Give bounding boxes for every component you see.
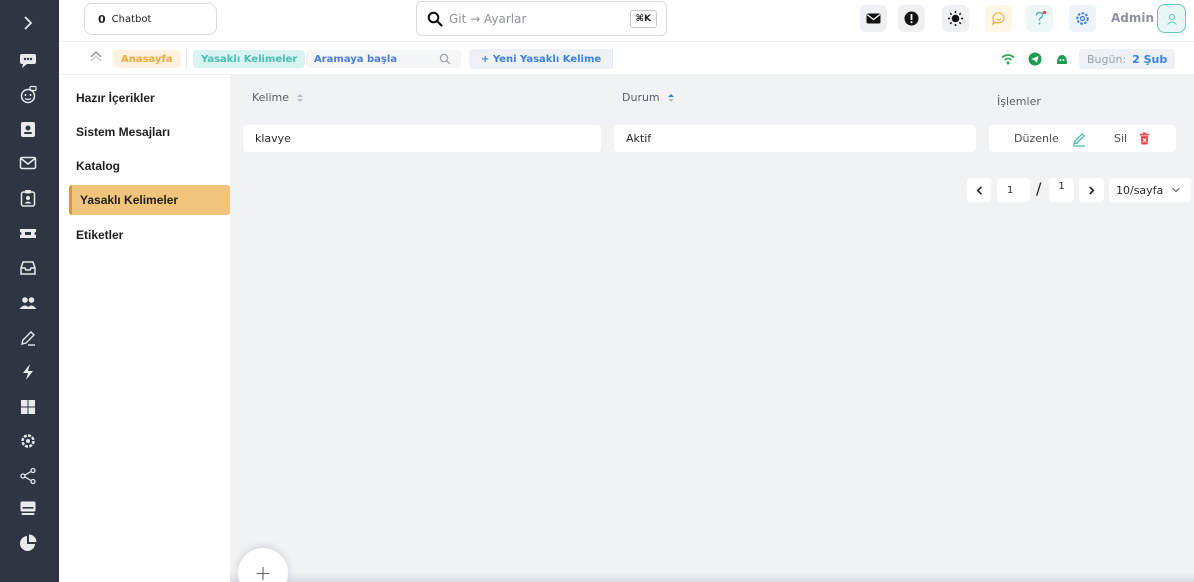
- breadcrumb-bar: Anasayfa Yasaklı Kelimeler Aramaya başla…: [59, 42, 1194, 75]
- sun-icon: [948, 11, 963, 26]
- telegram-icon: [1028, 52, 1042, 66]
- prev-page-button[interactable]: [967, 178, 991, 202]
- table-cell-actions: Düzenle Sil: [989, 125, 1176, 152]
- wifi-icon: [1001, 54, 1015, 65]
- total-pages: 1: [1049, 178, 1074, 202]
- top-bar: 0 Chatbot Git → Ayarlar ⌘K Admin: [59, 0, 1194, 42]
- bot-face-icon[interactable]: [17, 84, 39, 106]
- bolt-icon[interactable]: [17, 361, 39, 383]
- page-separator: /: [1036, 179, 1042, 198]
- sidenav-item-banned-words[interactable]: Yasaklı Kelimeler: [69, 185, 230, 215]
- avatar[interactable]: [1157, 4, 1186, 33]
- theme-toggle-button[interactable]: [942, 5, 969, 32]
- pencil-icon: [1072, 132, 1085, 147]
- grid-icon[interactable]: [17, 396, 39, 418]
- page-search-label: Aramaya başla: [314, 53, 398, 65]
- trash-icon: [1139, 132, 1150, 145]
- chat-bubbles-icon[interactable]: [17, 49, 39, 71]
- column-header-status-label: Durum: [622, 91, 660, 104]
- breadcrumb-home[interactable]: Anasayfa: [113, 50, 181, 68]
- delete-label: Sil: [1114, 132, 1128, 145]
- divider: [186, 49, 187, 69]
- settings-sidenav: Hazır İçerikler Sistem Mesajları Katalog…: [59, 75, 230, 582]
- sidenav-item-tags[interactable]: Etiketler: [76, 228, 123, 242]
- today-label: Bugün:: [1087, 52, 1127, 66]
- mail-icon[interactable]: [17, 152, 39, 174]
- column-header-word-label: Kelime: [252, 91, 290, 104]
- divider: [612, 49, 613, 69]
- chevron-down-icon: [1172, 188, 1180, 193]
- new-banned-word-button[interactable]: + Yeni Yasaklı Kelime: [469, 49, 614, 69]
- page-size-select[interactable]: 10/sayfa: [1109, 178, 1191, 202]
- share-nodes-icon[interactable]: [17, 465, 39, 487]
- pie-chart-icon[interactable]: [17, 532, 39, 554]
- chevron-left-icon: [976, 185, 982, 195]
- chevron-right-icon[interactable]: [17, 12, 39, 34]
- chevron-up-icon[interactable]: [89, 49, 103, 63]
- search-icon: [427, 11, 443, 27]
- alert-button[interactable]: [898, 5, 925, 32]
- column-header-actions-label: İşlemler: [997, 95, 1041, 108]
- alert-icon: [904, 11, 919, 26]
- clipboard-user-icon[interactable]: [17, 187, 39, 209]
- gear-icon: [1076, 12, 1089, 25]
- today-value: 2 Şub: [1132, 52, 1168, 66]
- column-header-word[interactable]: Kelime: [252, 91, 304, 104]
- edit-label: Düzenle: [1014, 132, 1059, 145]
- contact-card-icon[interactable]: [17, 118, 39, 140]
- search-shortcut: ⌘K: [629, 10, 657, 28]
- add-fab-button[interactable]: +: [238, 548, 288, 582]
- question-icon: [1035, 10, 1047, 25]
- page-search[interactable]: Aramaya başla: [306, 50, 461, 68]
- sidenav-item-catalog[interactable]: Katalog: [76, 159, 120, 173]
- search-icon: [439, 53, 451, 65]
- search-placeholder: Git → Ayarlar: [449, 11, 527, 26]
- status-face-icon: [1057, 55, 1067, 64]
- monitor-icon[interactable]: [17, 497, 39, 519]
- command-search[interactable]: Git → Ayarlar ⌘K: [416, 1, 667, 36]
- icon-rail: [0, 0, 59, 582]
- users-icon[interactable]: [17, 292, 39, 314]
- chatbot-counter[interactable]: 0 Chatbot: [84, 3, 217, 35]
- sort-icon: [297, 93, 304, 102]
- delete-button[interactable]: Sil: [1114, 132, 1151, 145]
- support-chat-button[interactable]: [985, 5, 1012, 32]
- admin-label[interactable]: Admin: [1111, 11, 1154, 25]
- chatbot-count: 0: [98, 12, 106, 26]
- chevron-right-icon: [1089, 185, 1095, 195]
- envelope-icon: [866, 13, 881, 24]
- help-button[interactable]: [1026, 5, 1053, 32]
- pen-icon[interactable]: [17, 327, 39, 349]
- settings-button[interactable]: [1069, 5, 1096, 32]
- sidenav-item-ready-content[interactable]: Hazır İçerikler: [76, 91, 155, 105]
- edit-button[interactable]: Düzenle: [1014, 131, 1087, 147]
- table-cell-status: Aktif: [614, 125, 976, 152]
- chat-face-icon: [991, 12, 1005, 26]
- column-header-status[interactable]: Durum: [622, 91, 675, 104]
- user-icon: [1166, 13, 1177, 25]
- column-header-actions: İşlemler: [997, 95, 1041, 108]
- next-page-button[interactable]: [1079, 178, 1104, 202]
- today-date: Bugün: 2 Şub: [1079, 49, 1176, 69]
- sidenav-item-system-messages[interactable]: Sistem Mesajları: [76, 125, 170, 139]
- chatbot-label: Chatbot: [111, 13, 152, 25]
- settings-gear-icon[interactable]: [17, 430, 39, 452]
- breadcrumb-current[interactable]: Yasaklı Kelimeler: [193, 50, 306, 68]
- sort-asc-icon: [667, 93, 674, 102]
- page-input[interactable]: 1: [997, 178, 1030, 202]
- bottom-shadow: [230, 572, 1194, 582]
- table-cell-word: klavye: [243, 125, 601, 152]
- ticket-icon[interactable]: [17, 222, 39, 244]
- page-size-value: 10/sayfa: [1116, 183, 1164, 197]
- inbox-icon[interactable]: [17, 257, 39, 279]
- main-content: Kelime Durum İşlemler klavye Aktif Düzen…: [230, 75, 1194, 582]
- mail-button[interactable]: [860, 5, 887, 32]
